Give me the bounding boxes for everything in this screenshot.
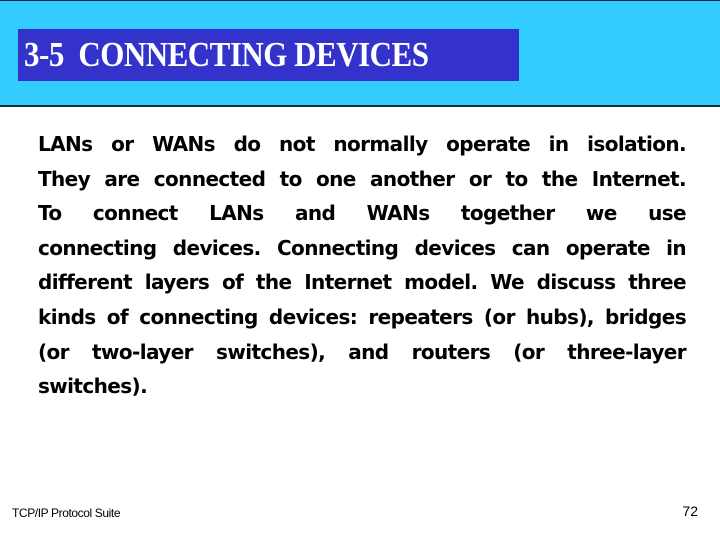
body-paragraph: LANs or WANs do not normally operate in … <box>38 127 687 404</box>
footer-label: TCP/IP Protocol Suite <box>12 506 121 520</box>
page-number: 72 <box>682 503 698 519</box>
header-band: 3-5 CONNECTING DEVICES <box>0 0 720 107</box>
body-line: To connect LANs and WANs together we use <box>38 201 687 226</box>
body-line: They are connected to one another or to … <box>38 166 687 191</box>
body-line: switches). <box>38 374 148 399</box>
slide-title: 3-5 CONNECTING DEVICES <box>24 34 429 75</box>
body-line: (or two-layer switches), and routers (or… <box>38 339 687 364</box>
body-line: kinds of connecting devices: repeaters (… <box>38 304 687 329</box>
title-box: 3-5 CONNECTING DEVICES <box>18 29 519 81</box>
body-line: connecting devices. Connecting devices c… <box>38 235 687 260</box>
body-line: LANs or WANs do not normally operate in … <box>38 132 687 156</box>
body-line: different layers of the Internet model. … <box>38 270 687 295</box>
